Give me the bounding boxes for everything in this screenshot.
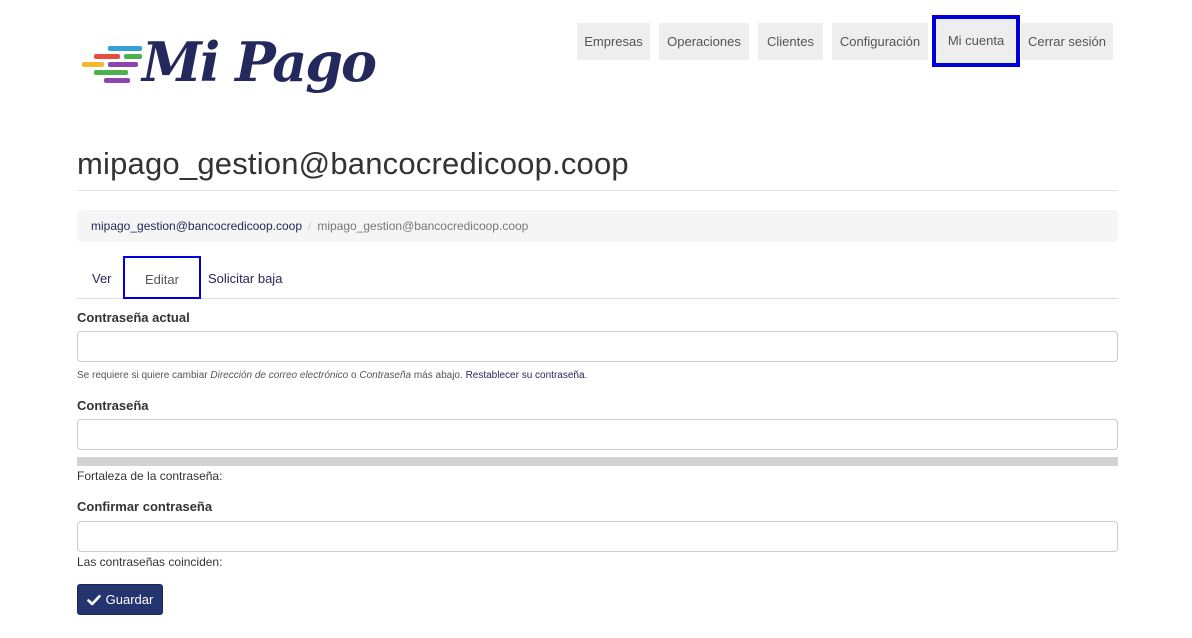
save-button[interactable]: Guardar	[77, 584, 163, 615]
current-password-label: Contraseña actual	[77, 310, 190, 325]
breadcrumb-link[interactable]: mipago_gestion@bancocredicoop.coop	[91, 219, 302, 233]
breadcrumb-separator: /	[308, 219, 312, 233]
password-match-label: Las contraseñas coinciden:	[77, 555, 223, 569]
nav-clientes[interactable]: Clientes	[758, 23, 823, 60]
tab-ver[interactable]: Ver	[92, 256, 112, 299]
nav-empresas[interactable]: Empresas	[577, 23, 650, 60]
password-strength-label: Fortaleza de la contraseña:	[77, 469, 223, 483]
confirm-password-input[interactable]	[77, 521, 1118, 552]
help-text-end: .	[584, 370, 588, 381]
confirm-password-label: Confirmar contraseña	[77, 499, 213, 514]
password-label: Contraseña	[77, 398, 149, 413]
breadcrumb-current: mipago_gestion@bancocredicoop.coop	[317, 219, 529, 233]
check-icon	[86, 594, 101, 605]
logo-stripes-icon	[82, 46, 142, 83]
help-text-prefix: Se requiere si quiere cambiar	[77, 370, 211, 381]
password-input[interactable]	[77, 419, 1118, 450]
tab-solicitar-baja[interactable]: Solicitar baja	[208, 256, 282, 299]
help-text-password: Contraseña	[359, 370, 412, 381]
tab-editar[interactable]: Editar	[123, 256, 201, 299]
reset-password-link[interactable]: Restablecer su contraseña	[466, 370, 585, 381]
current-password-help: Se requiere si quiere cambiar Dirección …	[77, 370, 587, 381]
help-text-suffix: más abajo.	[411, 370, 466, 381]
help-text-mid: o	[348, 370, 360, 381]
help-text-email: Dirección de correo electrónico	[210, 370, 349, 381]
account-tabs: Ver Editar Solicitar baja	[77, 256, 1118, 299]
save-button-label: Guardar	[105, 592, 154, 607]
password-strength-bar	[77, 457, 1118, 466]
nav-mi-cuenta[interactable]: Mi cuenta	[932, 15, 1020, 67]
nav-cerrar-sesion[interactable]: Cerrar sesión	[1021, 23, 1113, 60]
brand-name: Mi Pago	[142, 30, 377, 94]
page-title: mipago_gestion@bancocredicoop.coop	[77, 146, 629, 181]
title-divider	[77, 190, 1118, 191]
nav-configuracion[interactable]: Configuración	[832, 23, 928, 60]
breadcrumb: mipago_gestion@bancocredicoop.coop / mipag…	[77, 210, 1118, 242]
current-password-input[interactable]	[77, 331, 1118, 362]
nav-operaciones[interactable]: Operaciones	[659, 23, 749, 60]
mipago-logo[interactable]: Mi Pago	[80, 30, 377, 106]
